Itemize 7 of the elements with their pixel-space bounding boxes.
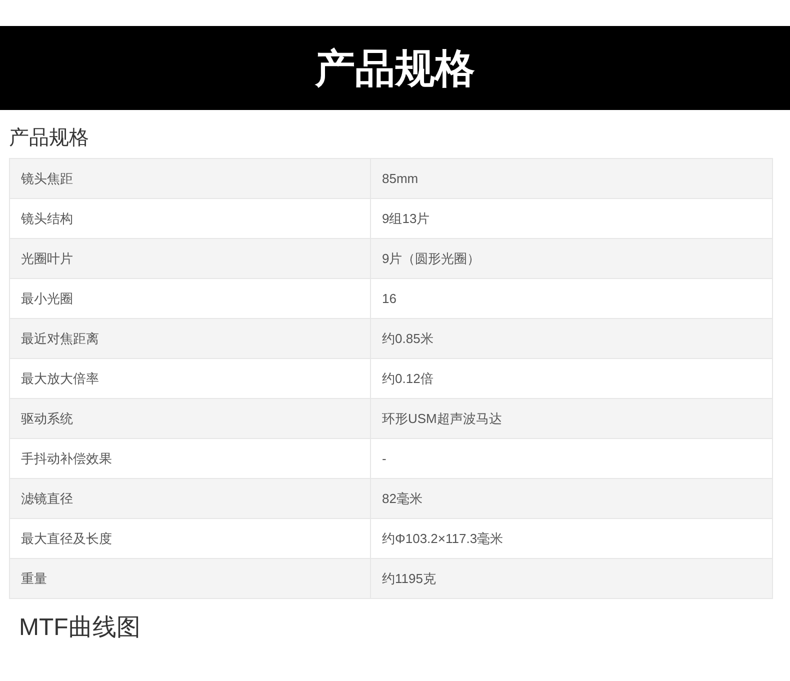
spec-label: 镜头焦距 xyxy=(10,158,370,198)
spec-label: 重量 xyxy=(10,558,370,598)
banner-title: 产品规格 xyxy=(315,44,475,94)
spec-value: 约1195克 xyxy=(370,558,772,598)
spec-value: 85mm xyxy=(370,158,772,198)
section-heading: MTF曲线图 xyxy=(19,613,142,643)
section-heading: 产品规格 xyxy=(9,126,90,151)
